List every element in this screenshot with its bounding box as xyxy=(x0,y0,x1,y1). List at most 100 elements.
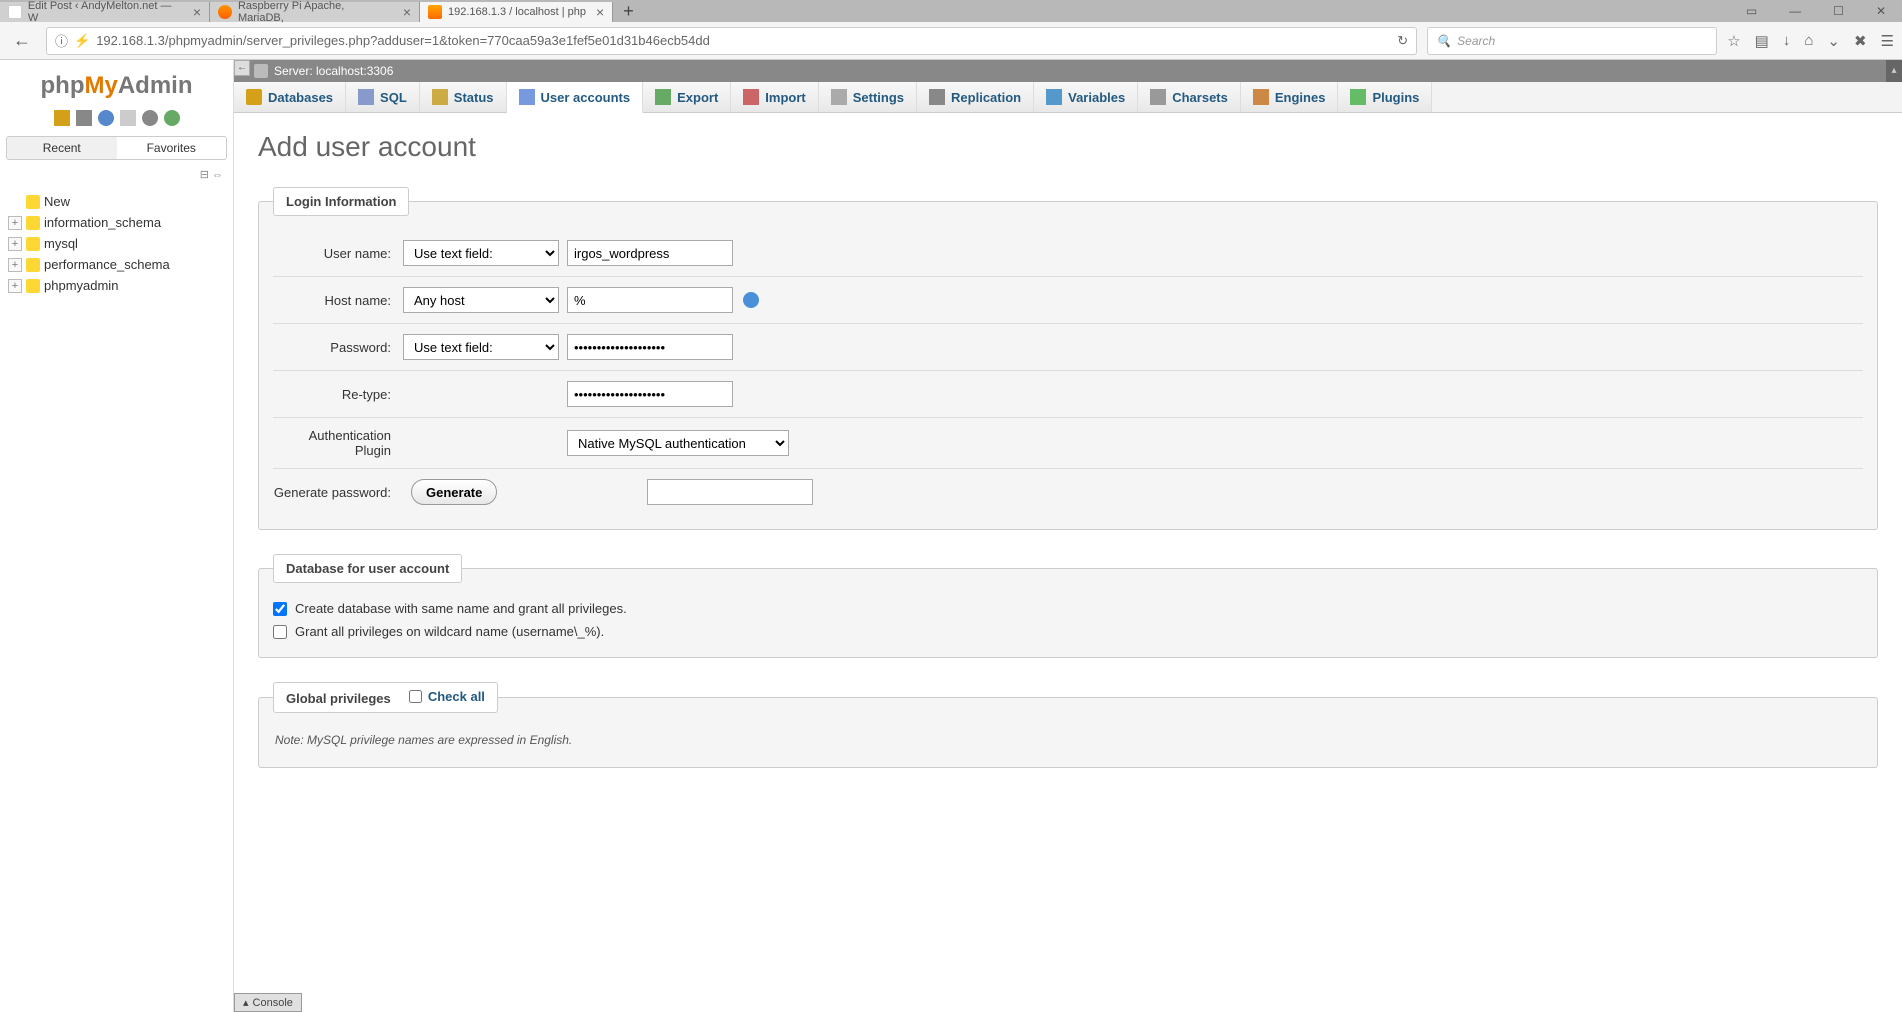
tab-label: Variables xyxy=(1068,90,1125,105)
menu-icon[interactable]: ☰ xyxy=(1881,32,1894,50)
tab-label: Import xyxy=(765,90,805,105)
privileges-note: Note: MySQL privilege names are expresse… xyxy=(273,727,1863,753)
tab-label: Charsets xyxy=(1172,90,1228,105)
new-database-link[interactable]: New xyxy=(4,191,229,212)
browser-tab-active[interactable]: 192.168.1.3 / localhost | php × xyxy=(420,2,613,22)
tab-replication[interactable]: Replication xyxy=(917,82,1034,112)
tab-charsets[interactable]: Charsets xyxy=(1138,82,1241,112)
generated-password-input[interactable] xyxy=(647,479,813,505)
hostname-type-select[interactable]: Any host xyxy=(403,287,559,313)
username-input[interactable] xyxy=(567,240,733,266)
back-button[interactable]: ← xyxy=(8,27,36,55)
sql-icon xyxy=(358,89,374,105)
database-item[interactable]: + information_schema xyxy=(4,212,229,233)
help-icon[interactable] xyxy=(743,292,759,308)
sql-docs-icon[interactable] xyxy=(120,110,136,126)
panel-handle[interactable]: ▴ xyxy=(1886,60,1902,82)
global-privileges-fieldset: Global privileges Check all Note: MySQL … xyxy=(258,682,1878,768)
favorites-tab[interactable]: Favorites xyxy=(117,137,227,159)
close-icon[interactable]: × xyxy=(193,4,201,20)
tab-plugins[interactable]: Plugins xyxy=(1338,82,1432,112)
tools-icon[interactable]: ✖ xyxy=(1854,32,1867,50)
logout-icon[interactable] xyxy=(76,110,92,126)
reload-icon[interactable] xyxy=(164,110,180,126)
home-icon[interactable] xyxy=(54,110,70,126)
recent-tab[interactable]: Recent xyxy=(7,137,117,159)
console-tab[interactable]: ▴ Console xyxy=(234,993,302,1012)
generate-button[interactable]: Generate xyxy=(411,479,497,505)
close-icon[interactable]: × xyxy=(403,4,411,20)
retype-input[interactable] xyxy=(567,381,733,407)
tab-sql[interactable]: SQL xyxy=(346,82,420,112)
database-item[interactable]: + phpmyadmin xyxy=(4,275,229,296)
auth-plugin-select[interactable]: Native MySQL authentication xyxy=(567,430,789,456)
expand-icon[interactable]: + xyxy=(8,279,22,293)
tab-label: Replication xyxy=(951,90,1021,105)
minimize-icon[interactable]: — xyxy=(1783,2,1807,20)
sidebar-collapse-button[interactable]: ← xyxy=(234,60,250,76)
check-all-link[interactable]: Check all xyxy=(428,689,485,704)
expand-icon[interactable]: + xyxy=(8,216,22,230)
url-text: 192.168.1.3/phpmyadmin/server_privileges… xyxy=(96,33,710,48)
database-icon xyxy=(26,258,40,272)
download-icon[interactable]: ↓ xyxy=(1783,32,1791,49)
favicon-icon xyxy=(218,5,232,19)
replication-icon xyxy=(929,89,945,105)
hostname-row: Host name: Any host xyxy=(273,277,1863,324)
library-icon[interactable]: ▤ xyxy=(1755,32,1769,50)
username-type-select[interactable]: Use text field: xyxy=(403,240,559,266)
close-window-icon[interactable]: ✕ xyxy=(1870,2,1892,20)
database-item[interactable]: + mysql xyxy=(4,233,229,254)
search-input[interactable]: 🔍 Search xyxy=(1427,27,1717,55)
close-icon[interactable]: × xyxy=(596,4,604,20)
tab-databases[interactable]: Databases xyxy=(234,82,346,112)
pma-logo[interactable]: phpMyAdmin xyxy=(0,68,233,104)
db-legend: Database for user account xyxy=(273,554,462,583)
window-controls: ▭ — ☐ ✕ xyxy=(1740,2,1902,20)
bookmark-icon[interactable]: ☆ xyxy=(1727,32,1740,50)
tree-collapse-controls[interactable]: ⊟ ⇔ xyxy=(0,164,233,185)
info-icon[interactable]: ⓘ xyxy=(55,31,68,50)
password-type-select[interactable]: Use text field: xyxy=(403,334,559,360)
new-tab-button[interactable]: + xyxy=(613,1,644,22)
hostname-input[interactable] xyxy=(567,287,733,313)
password-label: Password: xyxy=(273,340,403,355)
docs-icon[interactable] xyxy=(98,110,114,126)
tab-settings[interactable]: Settings xyxy=(819,82,917,112)
create-db-checkbox[interactable] xyxy=(273,602,287,616)
home-icon[interactable]: ⌂ xyxy=(1804,32,1813,49)
browser-tab[interactable]: Raspberry Pi Apache, MariaDB, × xyxy=(210,2,420,22)
grant-wildcard-check-row[interactable]: Grant all privileges on wildcard name (u… xyxy=(273,620,1863,643)
create-db-check-row[interactable]: Create database with same name and grant… xyxy=(273,597,1863,620)
url-input[interactable]: ⓘ ⚡ 192.168.1.3/phpmyadmin/server_privil… xyxy=(46,27,1417,55)
import-icon xyxy=(743,89,759,105)
tab-engines[interactable]: Engines xyxy=(1241,82,1339,112)
check-all-checkbox[interactable] xyxy=(409,690,422,703)
tab-import[interactable]: Import xyxy=(731,82,818,112)
server-breadcrumb[interactable]: Server: localhost:3306 ▴ xyxy=(234,60,1902,82)
reload-icon[interactable]: ↻ xyxy=(1397,33,1408,49)
reader-icon[interactable]: ▭ xyxy=(1740,2,1763,20)
browser-tab[interactable]: Edit Post ‹ AndyMelton.net — W × xyxy=(0,2,210,22)
expand-icon[interactable]: + xyxy=(8,258,22,272)
tab-label: Engines xyxy=(1275,90,1326,105)
database-item[interactable]: + performance_schema xyxy=(4,254,229,275)
tab-export[interactable]: Export xyxy=(643,82,731,112)
expand-icon[interactable]: + xyxy=(8,237,22,251)
pocket-icon[interactable]: ⌄ xyxy=(1827,32,1840,50)
tab-title: Raspberry Pi Apache, MariaDB, xyxy=(238,0,393,24)
tab-user-accounts[interactable]: User accounts xyxy=(507,82,644,113)
server-icon xyxy=(254,64,268,78)
maximize-icon[interactable]: ☐ xyxy=(1827,2,1850,20)
plugins-icon xyxy=(1350,89,1366,105)
grant-wildcard-checkbox[interactable] xyxy=(273,625,287,639)
auth-plugin-row: Authentication Plugin Native MySQL authe… xyxy=(273,418,1863,469)
tab-variables[interactable]: Variables xyxy=(1034,82,1138,112)
tab-status[interactable]: Status xyxy=(420,82,507,112)
password-input[interactable] xyxy=(567,334,733,360)
database-tree: New + information_schema + mysql + perfo… xyxy=(0,185,233,302)
username-row: User name: Use text field: xyxy=(273,230,1863,277)
settings-icon[interactable] xyxy=(142,110,158,126)
global-legend: Global privileges Check all xyxy=(273,682,498,713)
favicon-icon xyxy=(8,5,22,19)
